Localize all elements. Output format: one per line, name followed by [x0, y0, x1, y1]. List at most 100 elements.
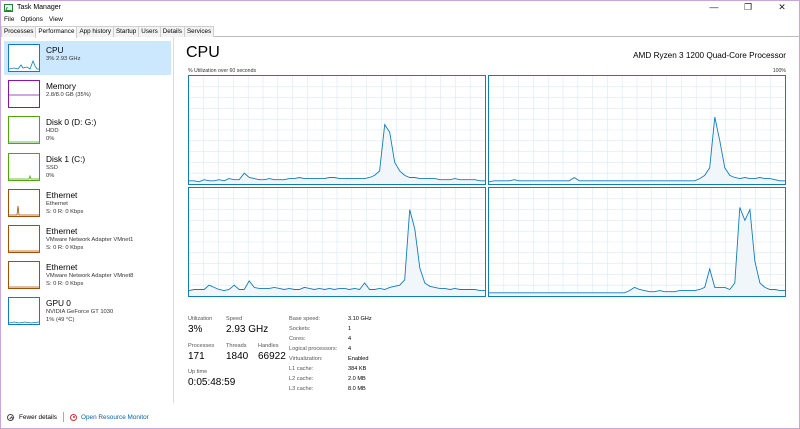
utilization-graph-label: % Utilization over 60 seconds [188, 68, 257, 74]
sidebar-item-disk-1-c-3[interactable]: Disk 1 (C:) SSD 0% [4, 150, 171, 184]
footer-divider [63, 412, 65, 422]
spec-value: 3.10 GHz [348, 316, 372, 322]
sidebar-item-detail: 0% [46, 172, 55, 179]
menu-file[interactable]: File [1, 16, 17, 23]
uptime-label: Up time [188, 369, 208, 375]
core-graph-1 [488, 75, 786, 185]
spec-label: L1 cache: [289, 366, 314, 372]
sidebar-item-name: Ethernet [46, 189, 78, 200]
sidebar-thumbnail-graph [8, 225, 40, 253]
spec-value: 4 [348, 336, 352, 342]
spec-label: L3 cache: [289, 386, 314, 392]
handles-label: Handles [258, 343, 279, 349]
sidebar-item-detail: S: 0 R: 0 Kbps [46, 245, 84, 251]
resource-monitor-icon[interactable] [70, 413, 78, 421]
sidebar-item-ethernet-6[interactable]: Ethernet VMware Network Adapter VMnet8 S: … [4, 258, 171, 292]
sidebar-item-detail: VMware Network Adapter VMnet1 [46, 237, 134, 243]
core-graph-2 [188, 187, 486, 297]
sidebar-item-name: Disk 1 (C:) [46, 153, 86, 164]
page-title: CPU [186, 44, 220, 61]
spec-value: Enabled [348, 356, 369, 362]
sidebar-item-detail: 0% [46, 136, 55, 143]
title-bar[interactable]: Task Manager — ❐ ✕ [1, 1, 799, 14]
maximize-button[interactable]: ❐ [731, 1, 765, 14]
tab-bar: Processes Performance App history Startup Us… [1, 26, 799, 38]
sidebar-item-name: GPU 0 [46, 298, 71, 309]
sidebar-thumbnail-graph [8, 80, 40, 109]
menu-bar: File Options View [1, 14, 66, 25]
window-title: Task Manager [17, 4, 61, 11]
footer: Fewer details Open Resource Monitor [1, 407, 799, 427]
sidebar-item-memory-1[interactable]: Memory 2.8/8.0 GB (35%) [4, 77, 171, 111]
sidebar-item-cpu-0[interactable]: CPU 3% 2.93 GHz [4, 41, 171, 75]
open-resource-monitor-link[interactable]: Open Resource Monitor [81, 414, 149, 421]
tab-app-history[interactable]: App history [76, 26, 114, 37]
sidebar-thumbnail-graph [8, 261, 40, 290]
speed-value: 2.93 GHz [226, 324, 269, 335]
sidebar-item-detail: HDD [46, 128, 59, 135]
processes-value: 171 [188, 351, 205, 362]
close-button[interactable]: ✕ [765, 1, 799, 14]
core-graph-0 [188, 75, 486, 185]
spec-value: 1 [348, 326, 352, 332]
cpu-model: AMD Ryzen 3 1200 Quad-Core Processor [633, 51, 786, 60]
spec-label: Sockets: [289, 326, 311, 332]
minimize-button[interactable]: — [697, 1, 731, 14]
sidebar-item-detail: S: 0 R: 0 Kbps [46, 208, 84, 215]
task-manager-icon [4, 3, 13, 12]
sidebar-item-name: Memory [46, 81, 76, 92]
resource-sidebar: CPU 3% 2.93 GHz Memory 2.8/8.0 GB (35%) Disk… [1, 37, 174, 403]
threads-label: Threads [226, 343, 247, 349]
sidebar-item-name: Ethernet [46, 262, 78, 273]
cpu-panel: CPU AMD Ryzen 3 1200 Quad-Core Processor… [178, 37, 798, 403]
sidebar-item-name: Disk 0 (D: G:) [46, 117, 97, 128]
tab-details[interactable]: Details [159, 26, 185, 37]
sidebar-thumbnail-graph [8, 297, 40, 326]
chevron-up-circle-icon[interactable] [7, 413, 14, 421]
menu-view[interactable]: View [46, 16, 66, 23]
sidebar-thumbnail-graph [8, 44, 40, 72]
sidebar-item-name: CPU [46, 45, 64, 55]
spec-label: Virtualization: [289, 356, 323, 362]
sidebar-item-ethernet-4[interactable]: Ethernet Ethernet S: 0 R: 0 Kbps [4, 186, 171, 220]
handles-value: 66922 [258, 351, 286, 362]
sidebar-item-detail: Ethernet [46, 200, 68, 207]
tab-services[interactable]: Services [183, 26, 215, 37]
sidebar-thumbnail-graph [8, 188, 40, 217]
spec-label: Logical processors: [289, 346, 338, 352]
sidebar-item-ethernet-5[interactable]: Ethernet VMware Network Adapter VMnet1 S: … [4, 222, 171, 256]
sidebar-item-detail: NVIDIA GeForce GT 1030 [46, 309, 114, 316]
utilization-label: Utilization [188, 316, 213, 322]
task-manager-window: Task Manager — ❐ ✕ File Options View Pro… [0, 0, 800, 429]
sidebar-item-detail: S: 0 R: 0 Kbps [46, 281, 84, 288]
sidebar-item-detail: 3% 2.93 GHz [46, 56, 81, 62]
spec-label: L2 cache: [289, 376, 314, 382]
sidebar-thumbnail-graph [8, 116, 40, 145]
spec-label: Base speed: [289, 316, 321, 322]
sidebar-item-detail: SSD [46, 164, 58, 171]
sidebar-thumbnail-graph [8, 152, 40, 181]
spec-value: 4 [348, 346, 352, 352]
core-graph-3 [488, 187, 786, 297]
tab-processes[interactable]: Processes [1, 26, 37, 37]
tab-startup[interactable]: Startup [112, 26, 140, 37]
spec-value: 384 KB [348, 366, 367, 372]
processes-label: Processes [188, 343, 215, 349]
sidebar-item-detail: VMware Network Adapter VMnet8 [46, 273, 134, 280]
spec-label: Cores: [289, 336, 306, 342]
tab-users[interactable]: Users [138, 26, 161, 37]
spec-value: 8.0 MB [348, 386, 366, 392]
window-controls: — ❐ ✕ [697, 1, 799, 14]
speed-label: Speed [226, 316, 243, 322]
utilization-max-label: 100% [772, 68, 786, 74]
spec-value: 2.0 MB [348, 376, 366, 382]
utilization-value: 3% [188, 324, 203, 335]
sidebar-item-detail: 1% (49 °C) [46, 317, 75, 324]
uptime-value: 0:05:48:59 [188, 377, 236, 388]
menu-options[interactable]: Options [17, 16, 45, 23]
fewer-details-link[interactable]: Fewer details [19, 414, 57, 421]
sidebar-item-disk-0-d-g-2[interactable]: Disk 0 (D: G:) HDD 0% [4, 113, 171, 147]
sidebar-item-name: Ethernet [46, 226, 78, 236]
sidebar-item-gpu-0-7[interactable]: GPU 0 NVIDIA GeForce GT 1030 1% (49 °C) [4, 294, 171, 328]
threads-value: 1840 [226, 351, 249, 362]
